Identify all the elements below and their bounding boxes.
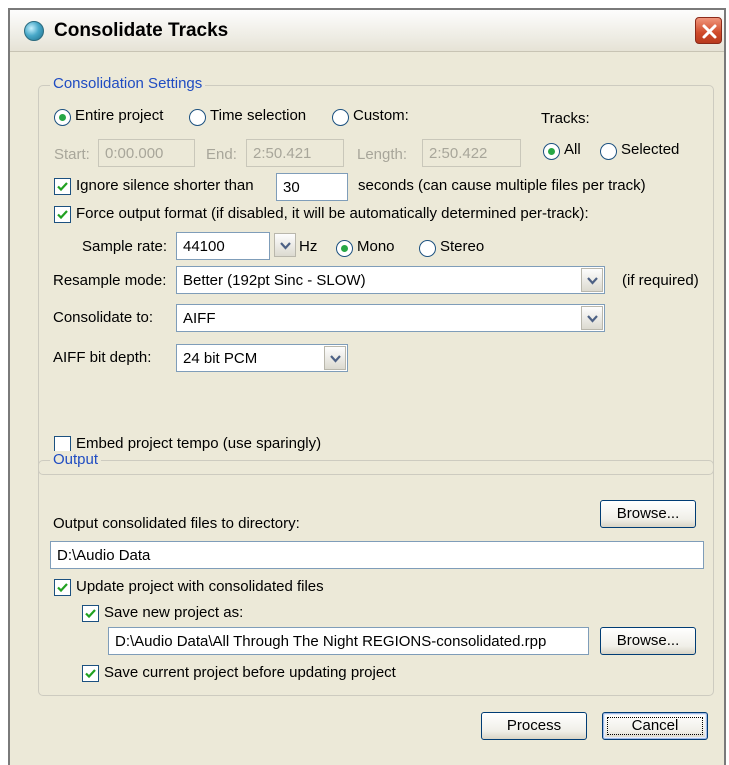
- sample-rate-dropdown-button[interactable]: [273, 232, 296, 260]
- consolidate-to-combo[interactable]: AIFF: [176, 304, 605, 332]
- bit-depth-combo[interactable]: 24 bit PCM: [176, 344, 348, 372]
- resample-value: Better (192pt Sinc - SLOW): [183, 272, 366, 289]
- window-title: Consolidate Tracks: [54, 20, 229, 41]
- radio-stereo[interactable]: [419, 240, 436, 257]
- checkmark-icon: [57, 182, 68, 192]
- mono-label: Mono: [357, 238, 395, 255]
- checkmark-icon: [85, 669, 96, 679]
- resample-suffix: (if required): [622, 272, 699, 289]
- force-format-checkbox[interactable]: [54, 206, 71, 223]
- checkmark-icon: [85, 609, 96, 619]
- sample-rate-value: 44100: [183, 238, 225, 255]
- checkmark-icon: [57, 210, 68, 220]
- ignore-silence-input[interactable]: 30: [276, 173, 348, 201]
- tracks-label: Tracks:: [541, 110, 590, 127]
- consolidate-to-value: AIFF: [183, 310, 216, 327]
- chevron-down-icon: [324, 346, 346, 370]
- resample-label: Resample mode:: [53, 272, 167, 289]
- time-selection-label: Time selection: [210, 107, 307, 124]
- save-new-project-label: Save new project as:: [104, 604, 244, 621]
- save-new-project-checkbox[interactable]: [82, 605, 99, 622]
- ignore-silence-suffix: seconds (can cause multiple files per tr…: [358, 177, 646, 194]
- bit-depth-value: 24 bit PCM: [183, 350, 258, 367]
- ignore-silence-label: Ignore silence shorter than: [76, 177, 254, 194]
- process-button[interactable]: Process: [481, 712, 587, 740]
- resample-combo[interactable]: Better (192pt Sinc - SLOW): [176, 266, 605, 294]
- radio-time-selection[interactable]: [189, 109, 206, 126]
- radio-tracks-selected[interactable]: [600, 143, 617, 160]
- app-icon: [24, 21, 44, 41]
- save-current-project-checkbox[interactable]: [82, 665, 99, 682]
- close-icon: [702, 24, 717, 39]
- tracks-all-label: All: [564, 141, 581, 158]
- chevron-down-icon: [581, 268, 603, 292]
- chevron-down-icon: [581, 306, 603, 330]
- hz-label: Hz: [299, 238, 318, 255]
- focus-rectangle: [607, 717, 703, 735]
- radio-custom[interactable]: [332, 109, 349, 126]
- consolidate-to-label: Consolidate to:: [53, 309, 154, 326]
- consolidate-tracks-dialog: Consolidate Tracks Consolidation Setting…: [8, 8, 726, 765]
- entire-project-label: Entire project: [75, 107, 164, 124]
- sample-rate-combo[interactable]: 44100: [176, 232, 270, 260]
- embed-tempo-label: Embed project tempo (use sparingly): [76, 435, 322, 452]
- force-format-label: Force output format (if disabled, it wil…: [76, 205, 589, 222]
- length-field[interactable]: 2:50.422: [422, 139, 521, 167]
- sample-rate-label: Sample rate:: [82, 238, 168, 255]
- consolidation-settings-legend: Consolidation Settings: [50, 75, 206, 92]
- title-bar[interactable]: Consolidate Tracks: [10, 10, 724, 52]
- chevron-down-icon: [274, 233, 296, 257]
- update-project-checkbox[interactable]: [54, 579, 71, 596]
- start-field[interactable]: 0:00.000: [98, 139, 195, 167]
- bit-depth-label: AIFF bit depth:: [53, 349, 152, 366]
- output-directory-label: Output consolidated files to directory:: [53, 515, 300, 532]
- radio-tracks-all[interactable]: [543, 143, 560, 160]
- end-field[interactable]: 2:50.421: [246, 139, 344, 167]
- checkmark-icon: [57, 583, 68, 593]
- save-new-project-input[interactable]: D:\Audio Data\All Through The Night REGI…: [108, 627, 589, 655]
- close-button[interactable]: [695, 17, 722, 44]
- custom-label: Custom:: [353, 107, 409, 124]
- radio-mono[interactable]: [336, 240, 353, 257]
- end-label: End:: [206, 146, 237, 163]
- cancel-button[interactable]: Cancel: [602, 712, 708, 740]
- tracks-selected-label: Selected: [621, 141, 680, 158]
- start-label: Start:: [54, 146, 90, 163]
- length-label: Length:: [357, 146, 408, 163]
- browse-directory-button[interactable]: Browse...: [600, 500, 696, 528]
- update-project-label: Update project with consolidated files: [76, 578, 324, 595]
- stereo-label: Stereo: [440, 238, 485, 255]
- save-current-project-label: Save current project before updating pro…: [104, 664, 396, 681]
- output-directory-input[interactable]: D:\Audio Data: [50, 541, 704, 569]
- browse-project-button[interactable]: Browse...: [600, 627, 696, 655]
- ignore-silence-checkbox[interactable]: [54, 178, 71, 195]
- radio-entire-project[interactable]: [54, 109, 71, 126]
- output-legend: Output: [50, 451, 102, 468]
